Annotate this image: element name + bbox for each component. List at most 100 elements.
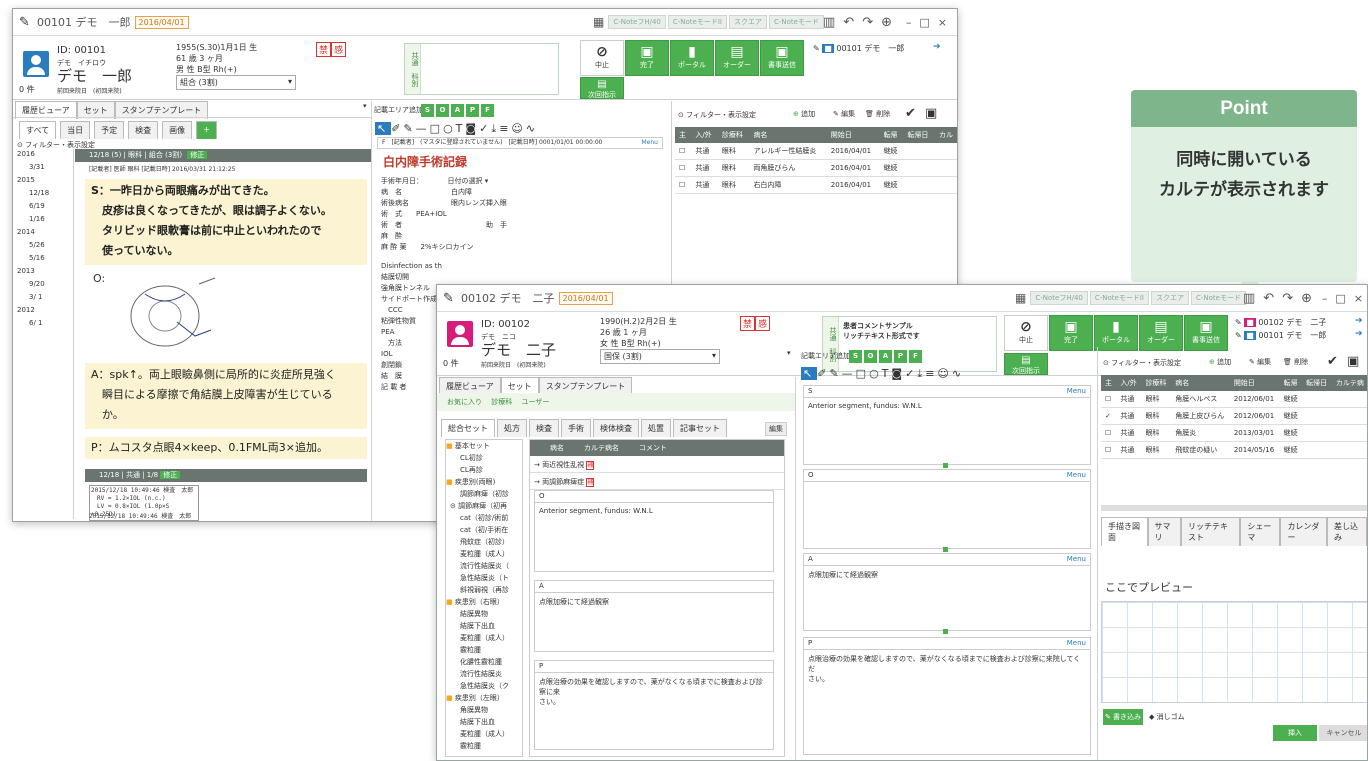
download-icon[interactable]: ⤓ [917, 367, 925, 380]
o-section[interactable]: O Menu [803, 469, 1091, 549]
tree-year[interactable]: 2015 [17, 174, 72, 187]
set-diagnosis-row[interactable]: → 両近視性乱視 補 [530, 456, 784, 473]
edit-button[interactable]: 編集 [765, 422, 787, 436]
checkbox[interactable]: ✓ [1101, 407, 1117, 425]
tree-item[interactable]: 斜視弱視（再診 [446, 584, 522, 596]
contraindication-tag[interactable]: 禁 [316, 42, 332, 57]
tree-date[interactable]: 1/16 [17, 213, 72, 226]
horizontal-scrollbar[interactable] [1101, 505, 1367, 511]
zoom-icon[interactable]: ⊕ [881, 15, 892, 30]
tree-item[interactable]: cat（初診/術前 [446, 512, 522, 524]
cancel-button[interactable]: キャンセル [1319, 725, 1367, 741]
cancel-visit-button[interactable]: ⊘ 中止 [1004, 315, 1048, 351]
add-p-button[interactable]: P [894, 350, 907, 363]
tab-record-set[interactable]: 記事セット [673, 419, 727, 437]
order-button[interactable]: ▤ オーダー [715, 40, 759, 76]
complete-button[interactable]: ▣ 完了 [1049, 315, 1093, 351]
edit-diagnosis-button[interactable]: ✎ 編集 [833, 109, 855, 119]
add-f-button[interactable]: F [481, 104, 494, 117]
tab-surgery[interactable]: 手術 [561, 419, 591, 437]
resize-handle[interactable] [943, 463, 948, 468]
next-instruction-button[interactable]: ▤ 次回指示 [1004, 353, 1048, 375]
checkbox[interactable]: ☐ [675, 176, 692, 194]
tree-item[interactable]: 流行性結膜炎（ [446, 560, 522, 572]
tab-user[interactable]: ユーザー [521, 398, 549, 406]
pen-icon[interactable]: ✎ [829, 367, 841, 380]
tree-item[interactable]: 麦粒腫（成人） [446, 548, 522, 560]
set-o-section[interactable]: O Anterior segment, fundus: W.N.L [534, 490, 774, 572]
open-chart-item[interactable]: ✎ ■ 00101 デモ 一郎 [1235, 329, 1326, 342]
tree-item[interactable]: 急性結膜炎（ト [446, 572, 522, 584]
select-tool-icon[interactable]: ↖ [375, 122, 392, 135]
portal-button[interactable]: ▮ ポータル [670, 40, 714, 76]
filter-settings[interactable]: ⊙ フィルター・表示設定 [678, 110, 756, 120]
cancel-visit-button[interactable]: ⊘ 中止 [580, 40, 624, 76]
p-section[interactable]: P Menu 点眼治療の効果を確認しますので、薬がなくなる頃までに検査および診察に来… [803, 637, 1091, 755]
undo-icon[interactable]: ↶ [843, 15, 854, 30]
mode-tab[interactable]: スクエア [1150, 291, 1189, 305]
checkmark-icon[interactable]: ✔ [1327, 354, 1338, 369]
portal-button[interactable]: ▮ ポータル [1094, 315, 1138, 351]
menu-button[interactable]: Menu [642, 138, 658, 148]
send-record-button[interactable]: ▣ 書事送信 [1184, 315, 1228, 351]
table-row[interactable]: ☐ 共通 眼科 右白内障 2016/04/01 継続 [675, 176, 957, 194]
tab-favorites[interactable]: お気に入り [447, 398, 482, 406]
brush-icon[interactable]: ✐ [391, 122, 403, 135]
tab-summary[interactable]: サマリ [1147, 517, 1182, 546]
tree-item[interactable]: 霰粒腫 [446, 644, 522, 656]
infection-tag[interactable]: 感 [755, 316, 771, 331]
next-instruction-button[interactable]: ▤ 次回指示 [580, 77, 624, 99]
add-o-button[interactable]: O [864, 350, 877, 363]
tree-date[interactable]: 12/18 [17, 187, 72, 200]
add-s-button[interactable]: S [849, 350, 862, 363]
contraindication-tag[interactable]: 禁 [740, 316, 756, 331]
line-icon[interactable]: — [842, 367, 856, 380]
tree-folder[interactable]: ■ 疾患別（左眼） [446, 692, 522, 704]
close-icon[interactable]: × [1354, 292, 1363, 305]
text-icon[interactable]: T [456, 122, 466, 135]
tree-year[interactable]: 2013 [17, 265, 72, 278]
tree-folder[interactable]: ■ 疾患別(両眼) [446, 476, 522, 488]
edit-diagnosis-button[interactable]: ✎ 編集 [1249, 357, 1271, 367]
tree-item[interactable]: 麦粒腫（成人） [446, 728, 522, 740]
set-a-section[interactable]: A 点眼加療にて経過観察 [534, 580, 774, 652]
set-p-section[interactable]: P 点眼治療の効果を確認しますので、薬がなくなる頃までに検査および診察に来 さい。 [534, 660, 774, 750]
redo-icon[interactable]: ↷ [1282, 291, 1293, 306]
insurance-select[interactable]: 国保 (3割) ▾ [600, 349, 720, 364]
tree-date[interactable]: 9/20 [17, 278, 72, 291]
tab-schema[interactable]: シェーマ [1240, 517, 1281, 546]
tab-prescription[interactable]: 処方 [497, 419, 527, 437]
text-icon[interactable]: T [882, 367, 892, 380]
tree-item[interactable]: 結膜下出血 [446, 716, 522, 728]
mode-tab[interactable]: C-NoteフH/40 [608, 15, 666, 29]
tree-date[interactable]: 5/26 [17, 239, 72, 252]
tree-item[interactable]: 飛蚊症（初診） [446, 536, 522, 548]
maximize-icon[interactable]: □ [1335, 292, 1345, 305]
edit-record-button[interactable]: 修正 [160, 471, 181, 479]
open-chart-item[interactable]: 00101 デモ 一郎 [836, 44, 904, 53]
stamp-icon[interactable]: ◙ [465, 122, 479, 135]
check-icon[interactable]: ✓ [479, 122, 491, 135]
brush-icon[interactable]: ✐ [817, 367, 829, 380]
tab-calendar[interactable]: カレンダー [1280, 517, 1327, 546]
add-a-button[interactable]: A [451, 104, 464, 117]
a-section[interactable]: A Menu 点眼加療にて経過観察 [803, 553, 1091, 631]
open-chart-item[interactable]: ✎ ■ 00102 デモ 二子 [1235, 316, 1326, 329]
tree-item[interactable]: 化膿性霰粒腫 [446, 656, 522, 668]
filter-exam[interactable]: 検査 [128, 121, 159, 139]
close-icon[interactable]: × [938, 16, 947, 29]
tab-specimen[interactable]: 検体検査 [593, 419, 639, 437]
add-diagnosis-button[interactable]: ⊕ 追加 [1209, 357, 1231, 367]
arrow-right-icon[interactable]: ➔ [1355, 316, 1363, 326]
tree-year[interactable]: 2014 [17, 226, 72, 239]
list-icon[interactable]: ≡ [499, 122, 511, 135]
add-o-button[interactable]: O [436, 104, 449, 117]
table-row[interactable]: ☐ 共通 眼科 角膜炎 2013/03/01 継続 [1101, 424, 1367, 442]
stamp-icon[interactable]: ◙ [891, 367, 905, 380]
tree-year[interactable]: 2012 [17, 304, 72, 317]
checkbox[interactable]: ☐ [675, 159, 692, 177]
delete-diagnosis-button[interactable]: 🗑 削除 [865, 109, 890, 119]
circle-icon[interactable]: ○ [443, 122, 456, 135]
wave-icon[interactable]: ∿ [952, 367, 964, 380]
add-a-button[interactable]: A [879, 350, 892, 363]
